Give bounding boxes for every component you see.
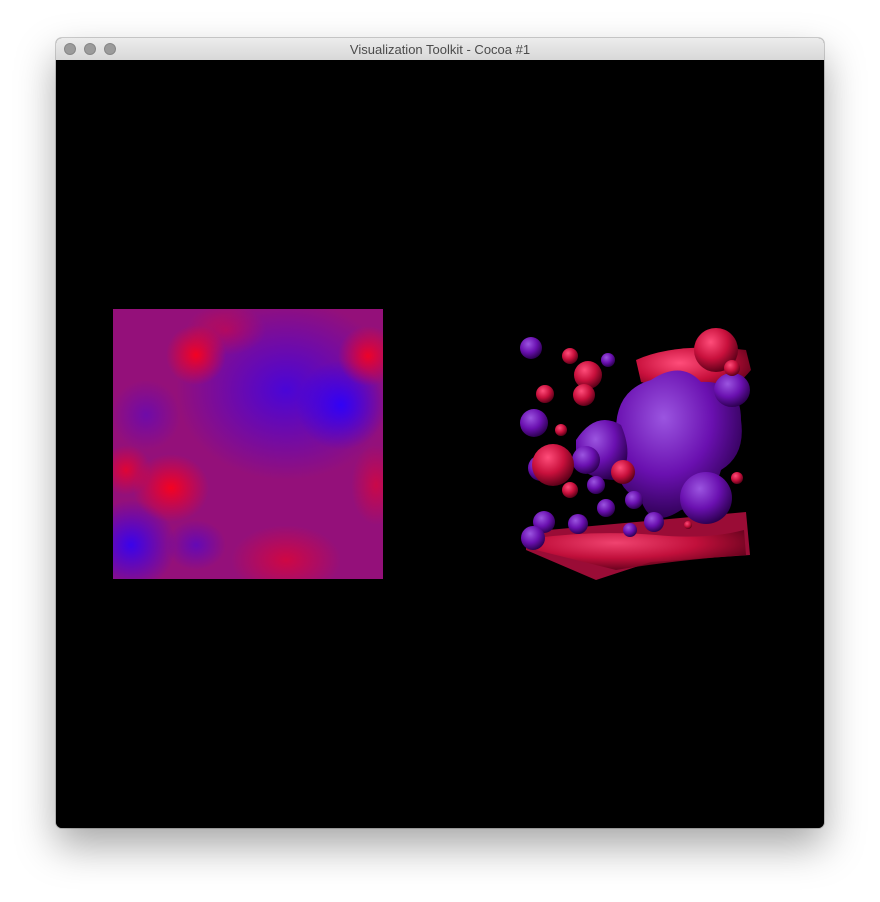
title-bar[interactable]: Visualization Toolkit - Cocoa #1 — [56, 38, 824, 61]
vtk-window: Visualization Toolkit - Cocoa #1 — [56, 38, 824, 828]
scalar-image-plane — [113, 309, 383, 579]
isosurface-blobs — [520, 328, 751, 580]
render-viewport[interactable] — [56, 60, 824, 828]
window-title: Visualization Toolkit - Cocoa #1 — [349, 42, 531, 57]
